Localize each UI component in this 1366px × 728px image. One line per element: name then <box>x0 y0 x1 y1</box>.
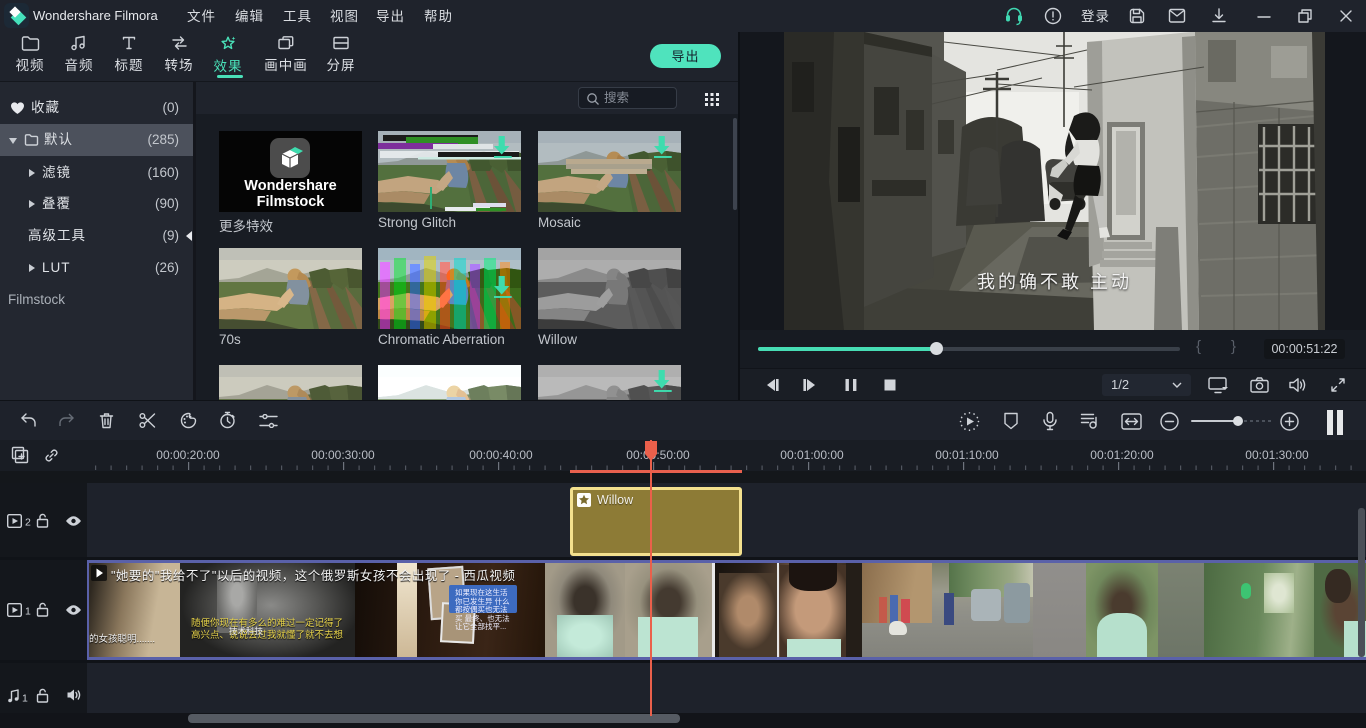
svg-text:2: 2 <box>25 517 31 529</box>
svg-text:1: 1 <box>22 693 28 704</box>
svg-text:1: 1 <box>25 606 31 618</box>
